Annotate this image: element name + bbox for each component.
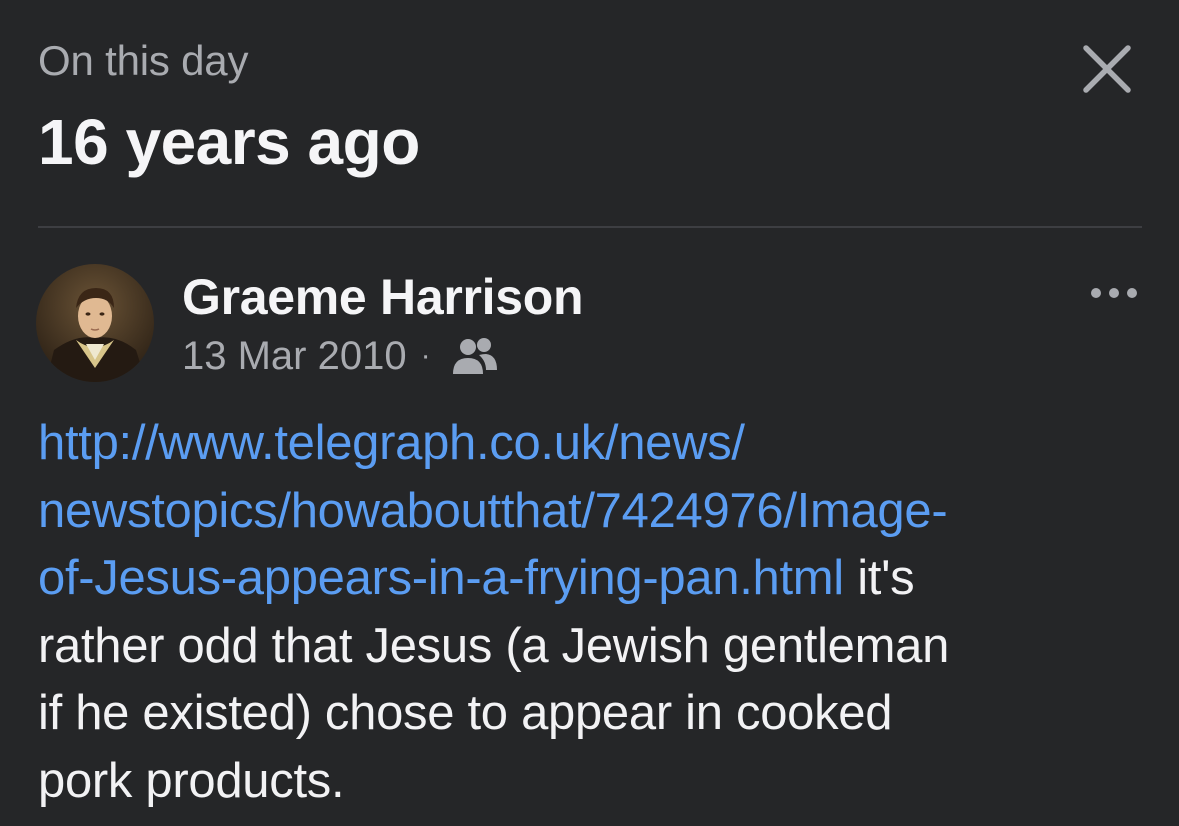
meta-separator: · <box>420 339 431 372</box>
page-title: 16 years ago <box>38 106 420 178</box>
post-text-tail: it's <box>843 551 915 605</box>
post-link-line-1[interactable]: http://www.telegraph.co.uk/news/ <box>38 416 745 470</box>
avatar[interactable] <box>36 264 154 382</box>
post-text-line-5: if he existed) chose to appear in cooked <box>38 686 893 740</box>
friends-icon[interactable] <box>449 334 499 378</box>
more-options-button[interactable] <box>1088 280 1140 306</box>
post-meta: 13 Mar 2010 · <box>182 331 499 381</box>
post-body: http://www.telegraph.co.uk/news/newstopi… <box>38 410 1148 815</box>
close-button[interactable] <box>1078 40 1136 98</box>
post-link-line-3[interactable]: of-Jesus-appears-in-a-frying-pan.html <box>38 551 844 605</box>
post-date[interactable]: 13 Mar 2010 <box>182 334 407 379</box>
avatar-portrait-image <box>36 264 154 382</box>
on-this-day-screen: On this day 16 years ago Graeme Harrison… <box>0 0 1179 826</box>
more-options-icon <box>1091 288 1137 298</box>
post-link[interactable]: http://www.telegraph.co.uk/news/newstopi… <box>38 416 948 605</box>
on-this-day-label: On this day <box>38 37 249 84</box>
post-author-name[interactable]: Graeme Harrison <box>182 268 584 326</box>
post-text-line-6: pork products. <box>38 753 345 808</box>
post-text-line-4: rather odd that Jesus (a Jewish gentlema… <box>38 618 950 673</box>
divider <box>38 226 1142 228</box>
post-link-line-2[interactable]: newstopics/howaboutthat/7424976/Image- <box>38 484 948 538</box>
close-icon <box>1083 45 1131 93</box>
